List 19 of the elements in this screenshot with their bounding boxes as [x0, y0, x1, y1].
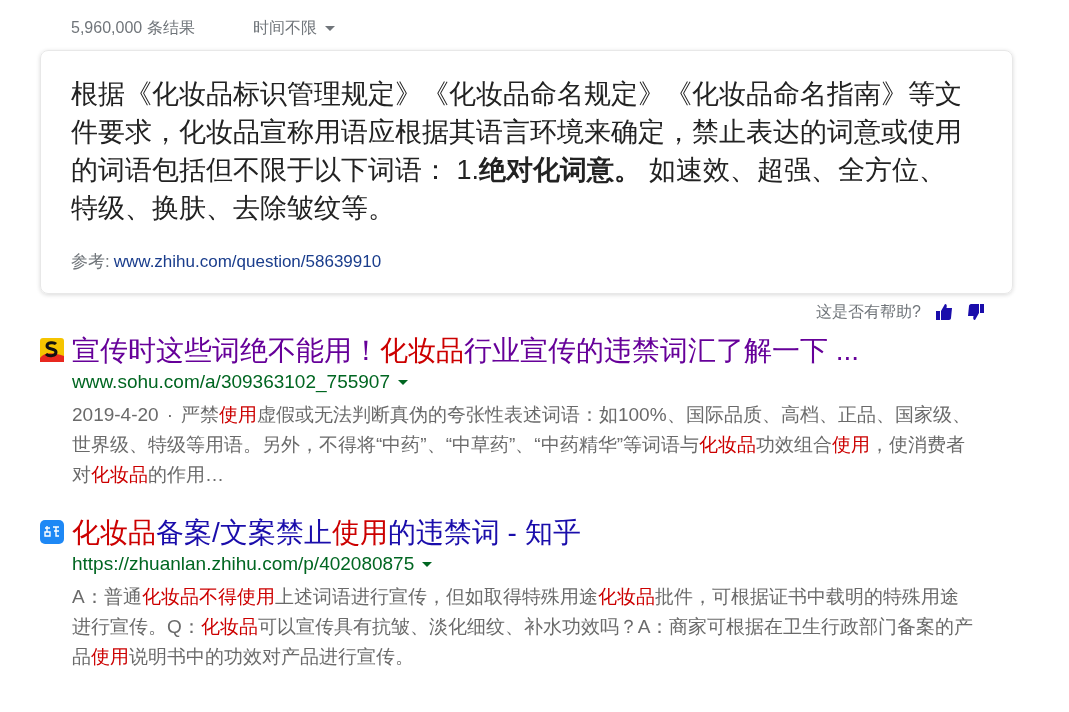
result-title-link[interactable]: 宣传时这些词绝不能用！化妆品行业宣传的违禁词汇了解一下 ... [72, 333, 977, 368]
caret-icon[interactable] [397, 380, 408, 385]
caret-icon[interactable] [422, 562, 433, 567]
result-url[interactable]: https://zhuanlan.zhihu.com/p/402080875 [72, 550, 415, 579]
source-label: 参考: [71, 251, 110, 273]
result-url[interactable]: www.sohu.com/a/309363102_755907 [72, 368, 390, 397]
result-snippet: A：普通化妆品不得使用上述词语进行宣传，但如取得特殊用途化妆品批件，可根据证书中载明的特殊用途进行宣传。Q：化妆品可以宣传具有抗皱、淡化细纹、补水功效吗？A：商家可根据在卫生行政部门备案的产品使用说明书中的功效对产品进行宣传。 [72, 584, 975, 669]
thumbs-down-icon[interactable] [967, 303, 985, 320]
answer-text: 根据《化妆品标识管理规定》《化妆品命名规定》《化妆品命名指南》等文件要求，化妆品宣称用语应根据其语言环境来确定，禁止表达的词意或使用的词语包括但不限于以下词语： 1.绝对化词意。 如速效、超强、全方位、特级、换肤、去除皱纹等。 [71, 78, 963, 225]
feedback-question: 这是否有帮助? [816, 301, 921, 322]
time-filter-dropdown[interactable]: 时间不限 [252, 16, 335, 40]
thumbs-up-icon[interactable] [935, 303, 953, 320]
result-title-link[interactable]: 化妆品备案/文案禁止使用的违禁词 - 知乎 [72, 515, 977, 550]
site-logo-icon [40, 337, 64, 362]
result-snippet: 2019-4-20 · 严禁使用虚假或无法判断真伪的夸张性表述词语：如100%、国际品质、高档、正品、国家级、世界级、特级等用语。另外，不得将“中药”、“中草药”、“中药精华”等词语与化妆品功效组合使用，使消费者对化妆品的作用… [72, 402, 972, 487]
result-count: 5,960,000 条结果 [71, 18, 195, 38]
site-logo-icon [40, 519, 64, 544]
caret-icon [324, 25, 335, 31]
source-link[interactable]: www.zhihu.com/question/58639910 [113, 249, 382, 275]
